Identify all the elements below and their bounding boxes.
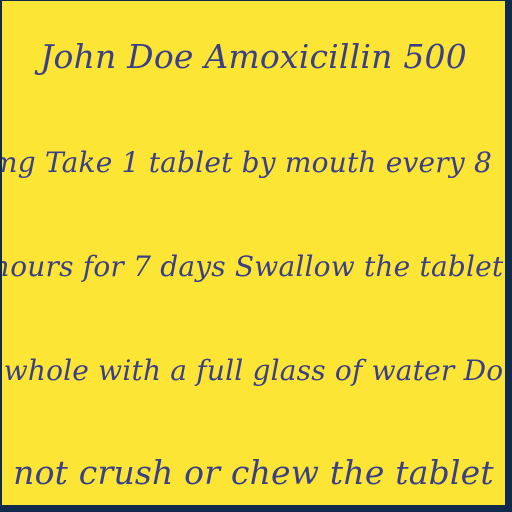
prescription-note: John Doe Amoxicillin 500 mg Take 1 table… xyxy=(2,1,505,505)
note-line-4: whole with a full glass of water Do xyxy=(3,354,504,387)
note-line-5: not crush or chew the tablet xyxy=(13,453,494,492)
note-line-3: hours for 7 days Swallow the tablet xyxy=(2,250,504,283)
note-line-1: John Doe Amoxicillin 500 xyxy=(40,37,467,76)
note-line-2: mg Take 1 tablet by mouth every 8 xyxy=(2,146,493,179)
image-frame: John Doe Amoxicillin 500 mg Take 1 table… xyxy=(0,0,512,512)
